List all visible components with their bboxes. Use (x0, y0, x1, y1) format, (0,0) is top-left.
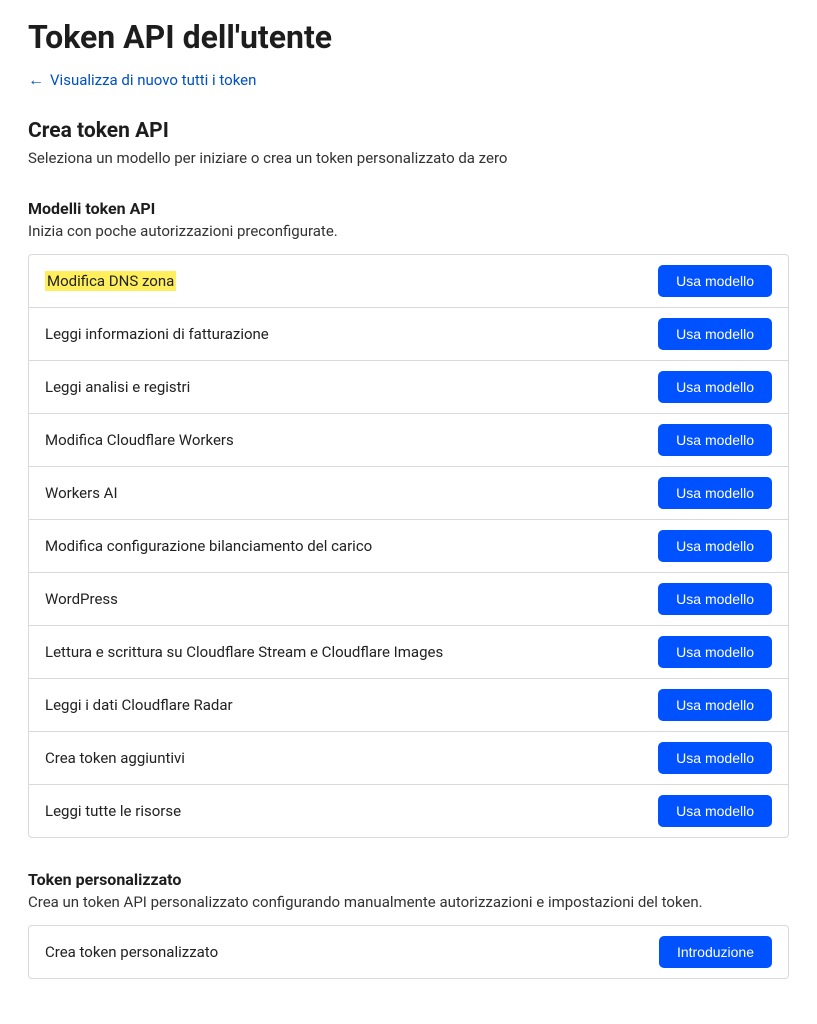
template-row-label: WordPress (45, 590, 118, 608)
custom-row: Crea token personalizzato Introduzione (29, 926, 788, 978)
use-template-button[interactable]: Usa modello (658, 742, 772, 774)
use-template-button[interactable]: Usa modello (658, 371, 772, 403)
custom-subheading: Crea un token API personalizzato configu… (28, 893, 789, 911)
use-template-button[interactable]: Usa modello (658, 689, 772, 721)
custom-start-button[interactable]: Introduzione (659, 936, 772, 968)
template-row: Crea token aggiuntivi Usa modello (29, 732, 788, 785)
template-row-label: Leggi i dati Cloudflare Radar (45, 696, 233, 714)
use-template-button[interactable]: Usa modello (658, 318, 772, 350)
back-link-label: Visualizza di nuovo tutti i token (50, 71, 256, 89)
template-row: Leggi informazioni di fatturazione Usa mo… (29, 308, 788, 361)
use-template-button[interactable]: Usa modello (658, 265, 772, 297)
arrow-left-icon: ← (28, 72, 44, 88)
template-row: WordPress Usa modello (29, 573, 788, 626)
template-list: Modifica DNS zonaUsa modelloLeggi inform… (28, 254, 789, 838)
custom-row-label: Crea token personalizzato (45, 943, 218, 961)
create-heading: Crea token API (28, 119, 789, 143)
template-row: Modifica DNS zona Usa modello (29, 255, 788, 308)
custom-box: Crea token personalizzato Introduzione (28, 925, 789, 979)
use-template-button[interactable]: Usa modello (658, 583, 772, 615)
template-row-label: Workers AI (45, 484, 118, 502)
template-row-label: Leggi tutte le risorse (45, 802, 181, 820)
use-template-button[interactable]: Usa modello (658, 530, 772, 562)
use-template-button[interactable]: Usa modello (658, 636, 772, 668)
use-template-button[interactable]: Usa modello (658, 795, 772, 827)
template-row-label: Leggi analisi e registri (45, 378, 190, 396)
template-row: Workers AI Usa modello (29, 467, 788, 520)
template-row-label: Modifica Cloudflare Workers (45, 431, 234, 449)
use-template-button[interactable]: Usa modello (658, 477, 772, 509)
templates-heading: Modelli token API (28, 199, 789, 218)
template-row: Leggi analisi e registri Usa modello (29, 361, 788, 414)
template-row-label: Modifica DNS zona (45, 271, 176, 291)
template-row-label: Lettura e scrittura su Cloudflare Stream… (45, 643, 443, 661)
template-row-label: Crea token aggiuntivi (45, 749, 185, 767)
template-row: Lettura e scrittura su Cloudflare Stream… (29, 626, 788, 679)
custom-heading: Token personalizzato (28, 870, 789, 889)
template-row: Leggi i dati Cloudflare Radar Usa modello (29, 679, 788, 732)
back-link[interactable]: ← Visualizza di nuovo tutti i token (28, 71, 256, 89)
template-row: Leggi tutte le risorse Usa modello (29, 785, 788, 837)
templates-subheading: Inizia con poche autorizzazioni preconfi… (28, 222, 789, 240)
create-subheading: Seleziona un modello per iniziare o crea… (28, 149, 789, 167)
template-row: Modifica Cloudflare Workers Usa modello (29, 414, 788, 467)
use-template-button[interactable]: Usa modello (658, 424, 772, 456)
page-title: Token API dell'utente (28, 18, 789, 56)
template-row: Modifica configurazione bilanciamento de… (29, 520, 788, 573)
template-row-label: Leggi informazioni di fatturazione (45, 325, 269, 343)
template-row-label: Modifica configurazione bilanciamento de… (45, 537, 372, 555)
